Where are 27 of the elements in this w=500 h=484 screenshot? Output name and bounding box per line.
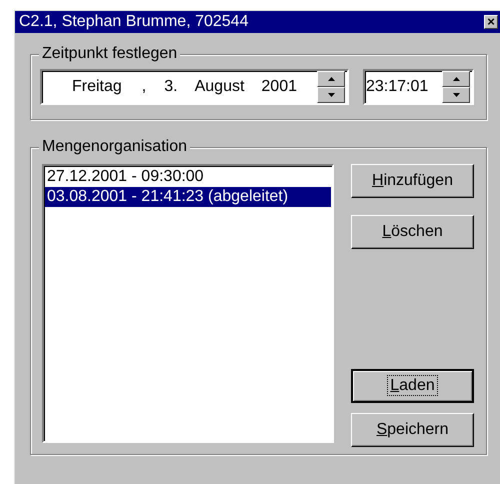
date-text: Freitag (72, 77, 122, 97)
down-arrow-icon (452, 93, 460, 97)
date-text: , (142, 77, 146, 97)
group-title: Mengenorganisation (39, 137, 190, 157)
spin-up-button[interactable] (442, 71, 470, 87)
list-item[interactable]: 03.08.2001 - 21:41:23 (abgeleitet) (45, 187, 331, 207)
window-title: C2.1, Stephan Brumme, 702544 (19, 12, 248, 32)
up-arrow-icon (452, 77, 460, 81)
date-text: 2001 (261, 77, 297, 97)
spin-up-button[interactable] (317, 71, 345, 87)
action-button[interactable]: Löschen (351, 215, 474, 249)
list-box[interactable]: 27.12.2001 - 09:30:00 03.08.2001 - 21:41:23 (abgeleitet) (42, 164, 334, 443)
time-field[interactable]: 23:17:01 (363, 69, 474, 105)
action-button[interactable]: Hinzufügen (351, 164, 474, 198)
list-item[interactable]: 27.12.2001 - 09:30:00 (45, 167, 331, 187)
date-text: 3. (164, 77, 178, 97)
date-field[interactable]: Freitag , 3. August 2001 (40, 69, 349, 105)
action-button[interactable]: Speichern (351, 413, 474, 447)
spin-down-button[interactable] (442, 87, 470, 103)
up-arrow-icon (328, 77, 334, 81)
action-button[interactable]: Laden (351, 369, 474, 403)
date-text: August (194, 77, 244, 97)
group-title: Zeitpunkt festlegen (39, 44, 180, 64)
time-value: 23:17:01 (365, 77, 428, 97)
close-button[interactable]: × (484, 15, 498, 29)
spin-down-button[interactable] (317, 87, 345, 103)
down-arrow-icon (328, 93, 334, 97)
